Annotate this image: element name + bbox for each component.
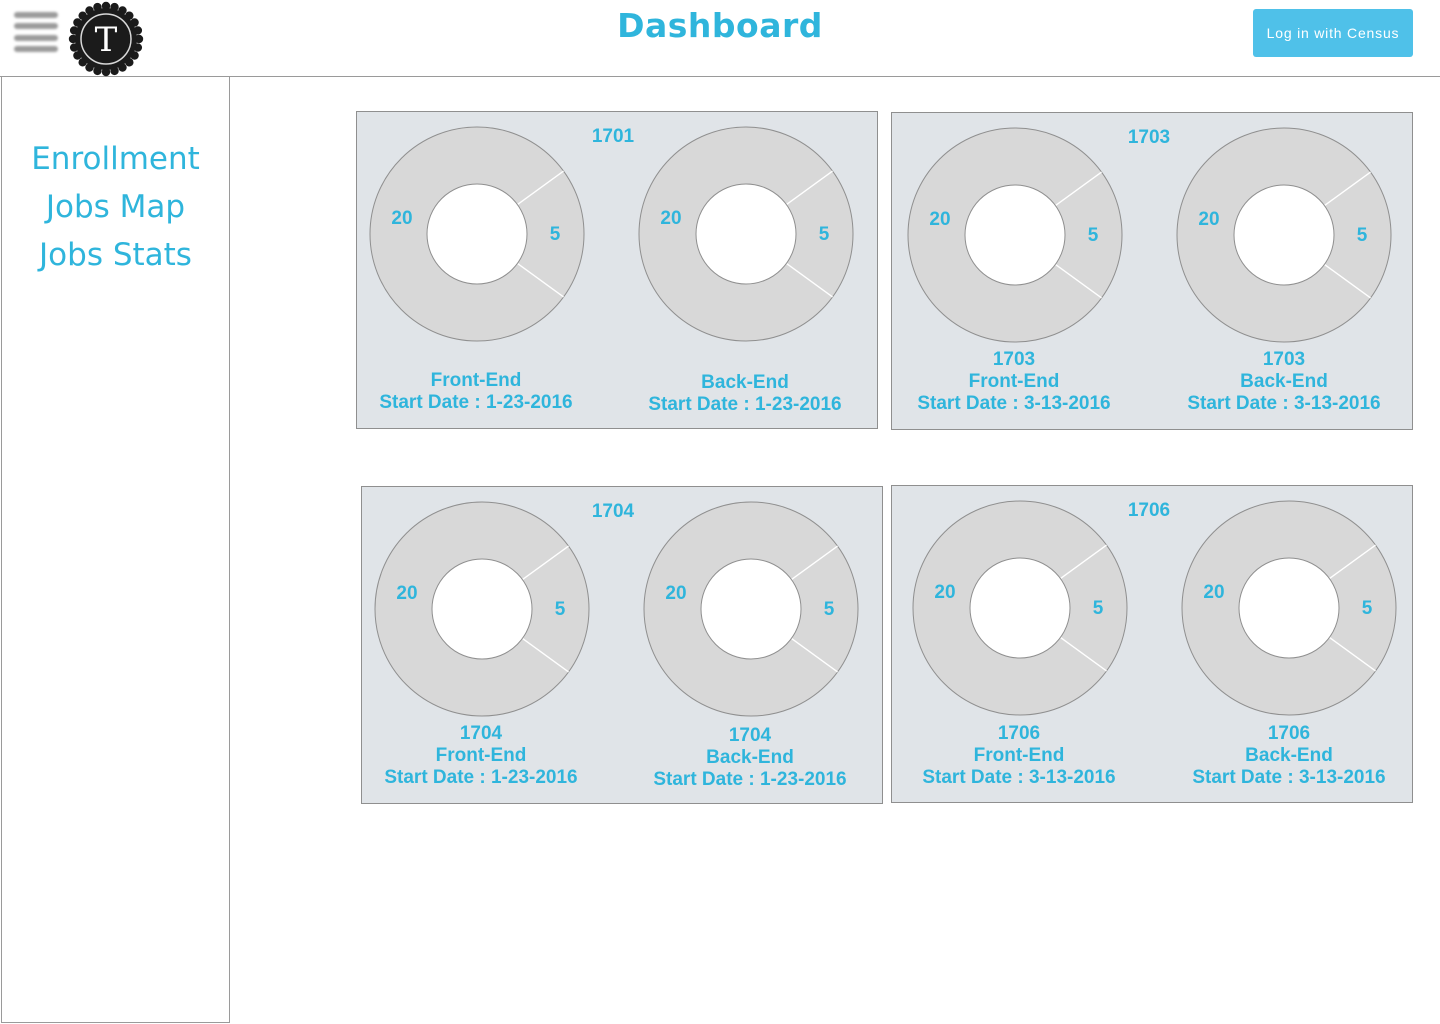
start-date-label: Start Date : 1-23-2016 xyxy=(379,392,573,413)
page-title: Dashboard xyxy=(617,6,823,45)
track-label: Back-End xyxy=(701,372,789,393)
cohort-panel-1704: 1704 20 5 20 5 1704 Front-End Start Date :… xyxy=(361,486,883,804)
slice-value-small: 5 xyxy=(1357,225,1368,246)
start-date-label: Start Date : 3-13-2016 xyxy=(917,393,1111,414)
slice-value-small: 5 xyxy=(1362,598,1373,619)
donut-chart-back-end: 20 5 xyxy=(643,501,859,717)
logo[interactable]: T xyxy=(68,1,144,77)
sidebar-item-enrollment[interactable]: Enrollment xyxy=(2,135,229,183)
cohort-panel-1706: 1706 20 5 20 5 1706 Front-End Start Date :… xyxy=(891,485,1413,803)
chart-caption: Back-End Start Date : 1-23-2016 xyxy=(620,372,870,416)
track-label: Front-End xyxy=(968,371,1060,392)
sidebar-item-jobs-map[interactable]: Jobs Map xyxy=(2,183,229,231)
track-label: Back-End xyxy=(1245,745,1333,766)
track-label: Front-End xyxy=(430,370,522,391)
slice-value-small: 5 xyxy=(819,224,830,245)
donut-hole xyxy=(1233,184,1335,286)
hamburger-menu-icon[interactable] xyxy=(12,8,60,56)
slice-value-small: 5 xyxy=(824,599,835,620)
chart-caption: Front-End Start Date : 1-23-2016 xyxy=(351,370,601,414)
slice-value-large: 20 xyxy=(391,208,412,229)
start-date-label: Start Date : 1-23-2016 xyxy=(653,769,847,790)
track-label: Back-End xyxy=(706,747,794,768)
slice-value-large: 20 xyxy=(1203,582,1224,603)
slice-value-small: 5 xyxy=(1093,598,1104,619)
chart-caption: 1703 Back-End Start Date : 3-13-2016 xyxy=(1159,349,1409,415)
donut-chart-front-end: 20 5 xyxy=(369,126,585,342)
chart-caption: 1706 Back-End Start Date : 3-13-2016 xyxy=(1164,723,1414,789)
donut-chart-back-end: 20 5 xyxy=(638,126,854,342)
donut-chart-back-end: 20 5 xyxy=(1176,127,1392,343)
slice-value-large: 20 xyxy=(929,209,950,230)
cohort-label: 1703 xyxy=(992,349,1036,370)
cohort-label: 1706 xyxy=(997,723,1041,744)
slice-value-small: 5 xyxy=(550,224,561,245)
cohort-panel-1701: 1701 20 5 20 5 Front-End Start Date : 1-23… xyxy=(356,111,878,429)
donut-hole xyxy=(1238,557,1340,659)
donut-chart-front-end: 20 5 xyxy=(912,500,1128,716)
start-date-label: Start Date : 3-13-2016 xyxy=(1187,393,1381,414)
cohort-label: 1704 xyxy=(459,723,503,744)
chart-caption: 1703 Front-End Start Date : 3-13-2016 xyxy=(889,349,1139,415)
cohort-label: 1703 xyxy=(1262,349,1306,370)
slice-value-large: 20 xyxy=(665,583,686,604)
slice-value-small: 5 xyxy=(1088,225,1099,246)
cohort-label: 1704 xyxy=(728,725,772,746)
chart-caption: 1706 Front-End Start Date : 3-13-2016 xyxy=(894,723,1144,789)
logo-letter: T xyxy=(95,20,118,60)
donut-hole xyxy=(695,183,797,285)
slice-value-small: 5 xyxy=(555,599,566,620)
sidebar-item-jobs-stats[interactable]: Jobs Stats xyxy=(2,231,229,279)
sidebar: Enrollment Jobs Map Jobs Stats xyxy=(1,77,230,1023)
slice-value-large: 20 xyxy=(396,583,417,604)
start-date-label: Start Date : 3-13-2016 xyxy=(922,767,1116,788)
cohort-label: 1706 xyxy=(1267,723,1311,744)
start-date-label: Start Date : 3-13-2016 xyxy=(1192,767,1386,788)
chart-caption: 1704 Front-End Start Date : 1-23-2016 xyxy=(356,723,606,789)
start-date-label: Start Date : 1-23-2016 xyxy=(648,394,842,415)
chart-caption: 1704 Back-End Start Date : 1-23-2016 xyxy=(625,725,875,791)
start-date-label: Start Date : 1-23-2016 xyxy=(384,767,578,788)
login-with-census-button[interactable]: Log in with Census xyxy=(1253,9,1413,57)
donut-hole xyxy=(964,184,1066,286)
slice-value-large: 20 xyxy=(660,208,681,229)
donut-hole xyxy=(700,558,802,660)
track-label: Back-End xyxy=(1240,371,1328,392)
track-label: Front-End xyxy=(435,745,527,766)
donut-hole xyxy=(426,183,528,285)
donut-chart-front-end: 20 5 xyxy=(907,127,1123,343)
donut-chart-back-end: 20 5 xyxy=(1181,500,1397,716)
top-bar: T Dashboard Log in with Census xyxy=(0,0,1440,77)
slice-value-large: 20 xyxy=(934,582,955,603)
donut-hole xyxy=(431,558,533,660)
donut-hole xyxy=(969,557,1071,659)
donut-chart-front-end: 20 5 xyxy=(374,501,590,717)
cohort-panel-1703: 1703 20 5 20 5 1703 Front-End Start Date :… xyxy=(891,112,1413,430)
slice-value-large: 20 xyxy=(1198,209,1219,230)
track-label: Front-End xyxy=(973,745,1065,766)
